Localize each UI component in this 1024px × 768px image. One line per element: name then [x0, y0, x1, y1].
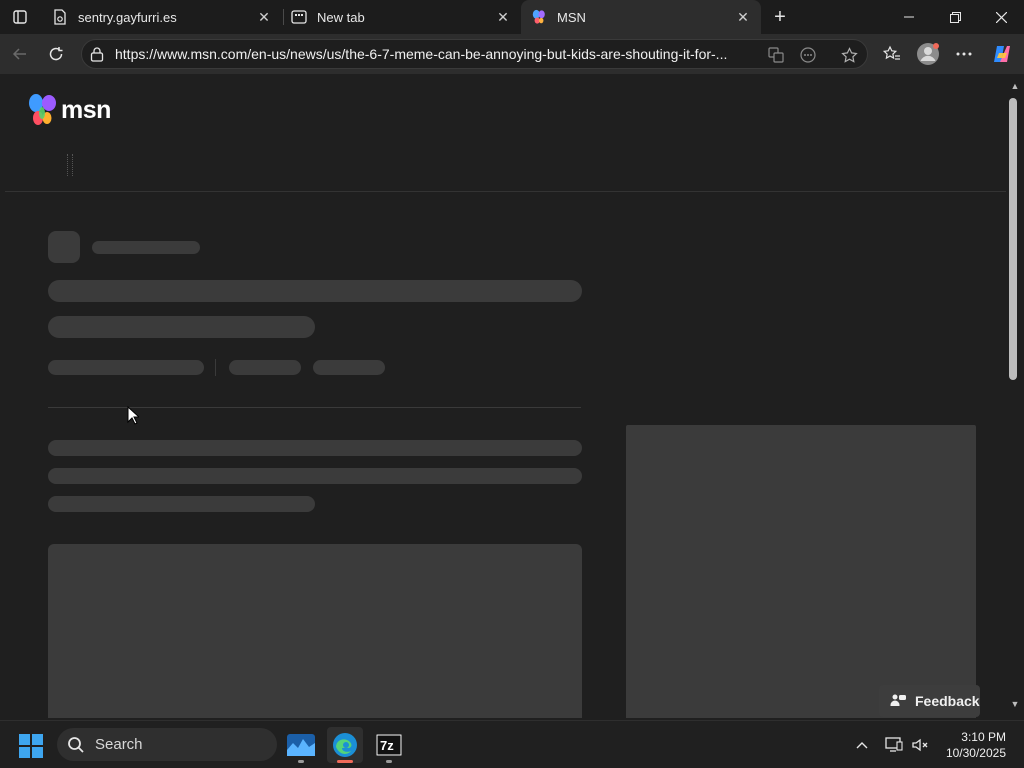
plus-icon: +	[774, 5, 786, 28]
page-content: msn	[5, 74, 1006, 718]
close-tab-icon[interactable]: ✕	[254, 7, 274, 27]
header-divider	[5, 191, 1006, 192]
taskbar: Search 7z 3:10 PM 10/30/2025	[0, 720, 1024, 768]
clock-date: 10/30/2025	[945, 746, 1006, 760]
network-display-icon[interactable]	[884, 735, 904, 755]
refresh-button[interactable]	[42, 40, 70, 68]
favorites-icon	[883, 45, 900, 60]
tab-new-tab[interactable]: New tab ✕	[281, 0, 521, 34]
restore-icon	[949, 11, 961, 23]
favorite-star-icon[interactable]	[839, 45, 859, 65]
copilot-icon	[994, 46, 1010, 62]
new-tab-button[interactable]: +	[768, 5, 792, 29]
page-scrollbar[interactable]: ▲ ▼	[1006, 74, 1024, 718]
system-clock[interactable]: 3:10 PM 10/30/2025	[936, 729, 1006, 761]
header-placeholder-icon	[67, 154, 73, 176]
app-indicator	[298, 760, 304, 763]
7zip-icon: 7z	[376, 734, 402, 756]
skeleton-body-line-1	[48, 440, 582, 456]
lock-icon[interactable]	[90, 46, 106, 62]
settings-more-button[interactable]	[950, 40, 978, 68]
app-indicator	[337, 760, 353, 763]
scroll-down-icon[interactable]: ▼	[1010, 700, 1020, 709]
tab-actions-button[interactable]	[8, 6, 32, 28]
skeleton-title-line-1	[48, 280, 582, 302]
reading-view-icon[interactable]	[798, 45, 818, 65]
volume-muted-icon[interactable]	[910, 735, 930, 755]
tab-label: MSN	[557, 9, 586, 25]
tab-sentry[interactable]: sentry.gayfurri.es ✕	[42, 0, 282, 34]
url-text[interactable]: https://www.msn.com/en-us/news/us/the-6-…	[115, 46, 755, 62]
skeleton-source	[92, 241, 200, 254]
scroll-up-icon[interactable]: ▲	[1010, 82, 1020, 91]
svg-text:7z: 7z	[380, 738, 394, 753]
feedback-label: Feedback	[915, 693, 980, 709]
skeleton-image	[48, 544, 582, 718]
taskbar-weather-widget[interactable]	[283, 727, 319, 763]
close-icon	[995, 11, 1007, 23]
close-window-button[interactable]	[978, 0, 1024, 34]
search-label: Search	[95, 736, 143, 753]
close-tab-icon[interactable]: ✕	[493, 7, 513, 27]
arrow-left-icon	[12, 48, 26, 60]
edge-browser-icon	[333, 733, 357, 757]
more-horizontal-icon	[956, 52, 972, 56]
skeleton-body-line-2	[48, 468, 582, 484]
app-indicator	[386, 760, 392, 763]
logo-text: msn	[61, 95, 111, 124]
document-icon	[52, 9, 68, 25]
tab-actions-icon	[13, 10, 27, 24]
close-tab-icon[interactable]: ✕	[733, 7, 753, 27]
skeleton-meta-3	[313, 360, 385, 375]
avatar-icon	[917, 43, 939, 65]
feedback-button[interactable]: Feedback	[879, 685, 980, 717]
minimize-icon	[904, 16, 914, 18]
skeleton-avatar	[48, 231, 80, 263]
tab-label: sentry.gayfurri.es	[78, 9, 177, 25]
newtab-icon	[291, 9, 307, 25]
refresh-icon	[49, 47, 63, 61]
taskbar-7zip[interactable]: 7z	[371, 727, 407, 763]
msn-logo[interactable]: msn	[27, 92, 111, 128]
weather-widget-icon	[287, 734, 315, 756]
copilot-button[interactable]	[988, 40, 1016, 68]
taskbar-edge[interactable]	[327, 727, 363, 763]
mouse-cursor-icon	[127, 406, 139, 425]
show-hidden-icons-chevron-up-icon[interactable]	[852, 735, 872, 755]
skeleton-meta-2	[229, 360, 301, 375]
skeleton-body-line-3	[48, 496, 315, 512]
tab-label: New tab	[317, 9, 365, 25]
windows-start-icon[interactable]	[19, 734, 43, 758]
favorites-button[interactable]	[878, 40, 906, 68]
skeleton-title-line-2	[48, 316, 315, 338]
msn-butterfly-icon	[29, 94, 56, 125]
tab-msn[interactable]: MSN ✕	[521, 0, 761, 34]
back-button[interactable]	[6, 40, 34, 68]
restore-button[interactable]	[932, 0, 978, 34]
skeleton-meta-1	[48, 360, 204, 375]
clock-time: 3:10 PM	[961, 730, 1006, 744]
translate-icon[interactable]	[766, 45, 786, 65]
msn-butterfly-icon	[531, 9, 547, 25]
skeleton-sidebar-ad	[626, 425, 976, 718]
taskbar-search[interactable]: Search	[57, 728, 277, 761]
profile-button[interactable]	[914, 40, 942, 68]
address-bar[interactable]: https://www.msn.com/en-us/news/us/the-6-…	[81, 39, 868, 69]
minimize-button[interactable]	[886, 0, 932, 34]
title-bar: sentry.gayfurri.es ✕ New tab ✕ MSN ✕ +	[0, 0, 1024, 34]
meta-divider	[215, 359, 216, 376]
feedback-icon	[890, 694, 906, 706]
navigation-bar: https://www.msn.com/en-us/news/us/the-6-…	[0, 34, 1024, 74]
scroll-thumb[interactable]	[1009, 98, 1017, 380]
search-icon	[68, 736, 84, 753]
